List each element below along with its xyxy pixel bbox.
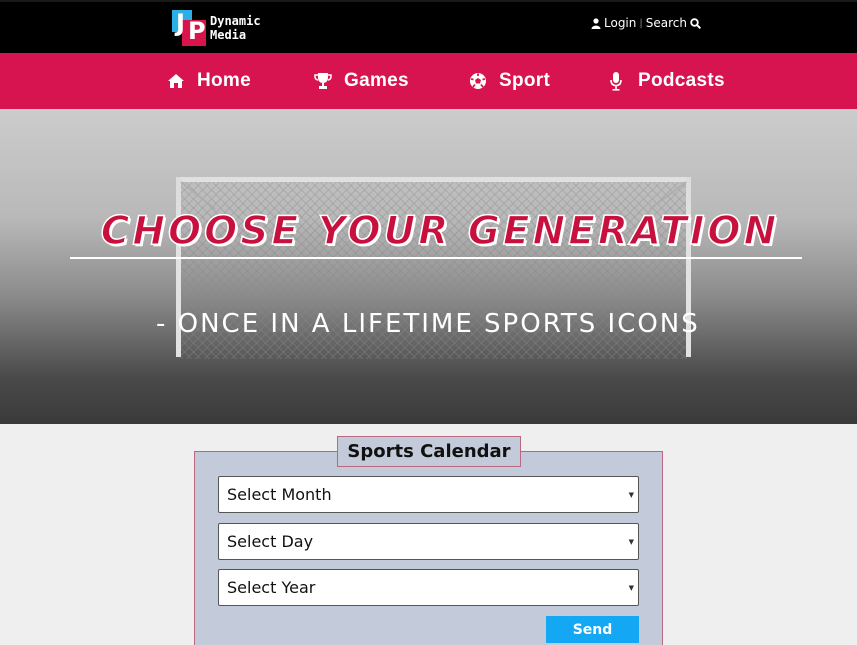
month-select[interactable]: Select Month ▼: [218, 476, 639, 513]
soccer-ball-icon: [469, 72, 487, 90]
microphone-icon: [610, 71, 622, 91]
day-select[interactable]: Select Day ▼: [218, 523, 639, 560]
sports-calendar-legend: Sports Calendar: [337, 436, 521, 467]
home-icon: [167, 73, 185, 89]
logo[interactable]: JP Dynamic Media: [172, 9, 261, 47]
login-link[interactable]: Login: [591, 16, 636, 30]
nav-item-sport[interactable]: Sport: [469, 53, 550, 109]
nav-label-podcasts: Podcasts: [638, 70, 725, 91]
trophy-icon: [314, 72, 332, 90]
send-button[interactable]: Send: [546, 616, 639, 643]
hero-title-underline: [70, 257, 802, 259]
top-links: Login | Search: [591, 16, 701, 30]
nav-label-home: Home: [197, 70, 251, 91]
login-label: Login: [604, 16, 637, 30]
nav-item-podcasts[interactable]: Podcasts: [610, 53, 725, 109]
hero-title: CHOOSE YOUR GENERATION: [100, 208, 780, 255]
search-icon: [690, 17, 701, 29]
month-select-value: Select Month: [227, 485, 332, 504]
hero-banner: CHOOSE YOUR GENERATION - ONCE IN A LIFET…: [0, 109, 857, 424]
nav-item-home[interactable]: Home: [167, 53, 251, 109]
dropdown-arrow-icon: ▼: [628, 538, 634, 546]
main-nav: Home Games Sport Podcasts: [0, 53, 857, 109]
logo-text: Dynamic Media: [210, 14, 261, 42]
day-select-value: Select Day: [227, 532, 314, 551]
dropdown-arrow-icon: ▼: [628, 584, 634, 592]
hero-subtitle: - ONCE IN A LIFETIME SPORTS ICONS: [156, 309, 700, 339]
year-select-value: Select Year: [227, 578, 316, 597]
logo-mark: JP: [172, 10, 206, 46]
year-select[interactable]: Select Year ▼: [218, 569, 639, 606]
top-bar: JP Dynamic Media Login | Search: [0, 0, 857, 53]
logo-line2: Media: [210, 28, 247, 42]
nav-item-games[interactable]: Games: [314, 53, 409, 109]
search-label: Search: [645, 16, 687, 30]
user-icon: [591, 17, 601, 29]
logo-line1: Dynamic: [210, 14, 261, 28]
goal-net-image: [0, 109, 857, 359]
nav-label-sport: Sport: [499, 70, 551, 91]
nav-label-games: Games: [344, 70, 409, 91]
dropdown-arrow-icon: ▼: [628, 491, 634, 499]
link-separator: |: [639, 17, 643, 29]
search-link[interactable]: Search: [646, 16, 701, 30]
